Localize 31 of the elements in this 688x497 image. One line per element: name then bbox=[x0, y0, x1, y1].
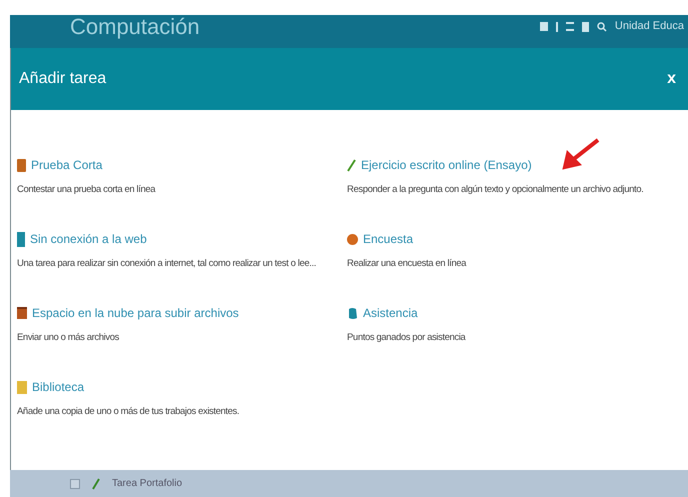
user-name[interactable]: Unidad Educa bbox=[614, 18, 684, 35]
task-type-link[interactable]: Asistencia bbox=[363, 304, 418, 322]
books-icon bbox=[17, 380, 27, 394]
task-type-description: Añade una copia de uno o más de tus trabajos existentes. bbox=[17, 406, 240, 418]
search-icon bbox=[596, 22, 607, 32]
box-icon bbox=[17, 307, 27, 319]
pencil-icon bbox=[92, 478, 100, 490]
task-type-description: Responder a la pregunta con algún texto y opcionalmente un archivo adjunto. bbox=[347, 184, 644, 196]
task-type-description: Contestar una prueba corta en línea bbox=[17, 184, 156, 196]
task-type-link[interactable]: Espacio en la nube para subir archivos bbox=[32, 304, 239, 322]
task-type-description: Enviar uno o más archivos bbox=[17, 332, 120, 344]
document-icon bbox=[17, 232, 25, 246]
document-icon bbox=[17, 158, 26, 172]
task-type-description: Puntos ganados por asistencia bbox=[347, 332, 467, 344]
dialog-title: Añadir tarea bbox=[19, 69, 106, 89]
task-type-link[interactable]: Sin conexión a la web bbox=[30, 230, 147, 248]
task-type-link[interactable]: Ejercicio escrito online (Ensayo) bbox=[361, 156, 532, 174]
task-type-link[interactable]: Prueba Corta bbox=[31, 156, 102, 174]
task-type-link[interactable]: Encuesta bbox=[363, 230, 414, 248]
task-type-description: Una tarea para realizar sin conexión a internet, tal como realizar un test o lee... bbox=[17, 258, 317, 270]
square-icon bbox=[540, 22, 548, 31]
pencil-icon bbox=[347, 158, 356, 172]
task-type-link[interactable]: Biblioteca bbox=[32, 378, 84, 396]
task-type-description: Realizar una encuesta en línea bbox=[347, 258, 468, 270]
page-title: Computación bbox=[70, 16, 200, 38]
checkbox[interactable] bbox=[70, 478, 80, 488]
row-title: Tarea Portafolio bbox=[112, 477, 182, 491]
close-button[interactable]: x bbox=[663, 67, 680, 91]
arrow-annotation bbox=[562, 138, 600, 170]
list-icon bbox=[566, 22, 574, 31]
document-icon bbox=[582, 22, 589, 32]
